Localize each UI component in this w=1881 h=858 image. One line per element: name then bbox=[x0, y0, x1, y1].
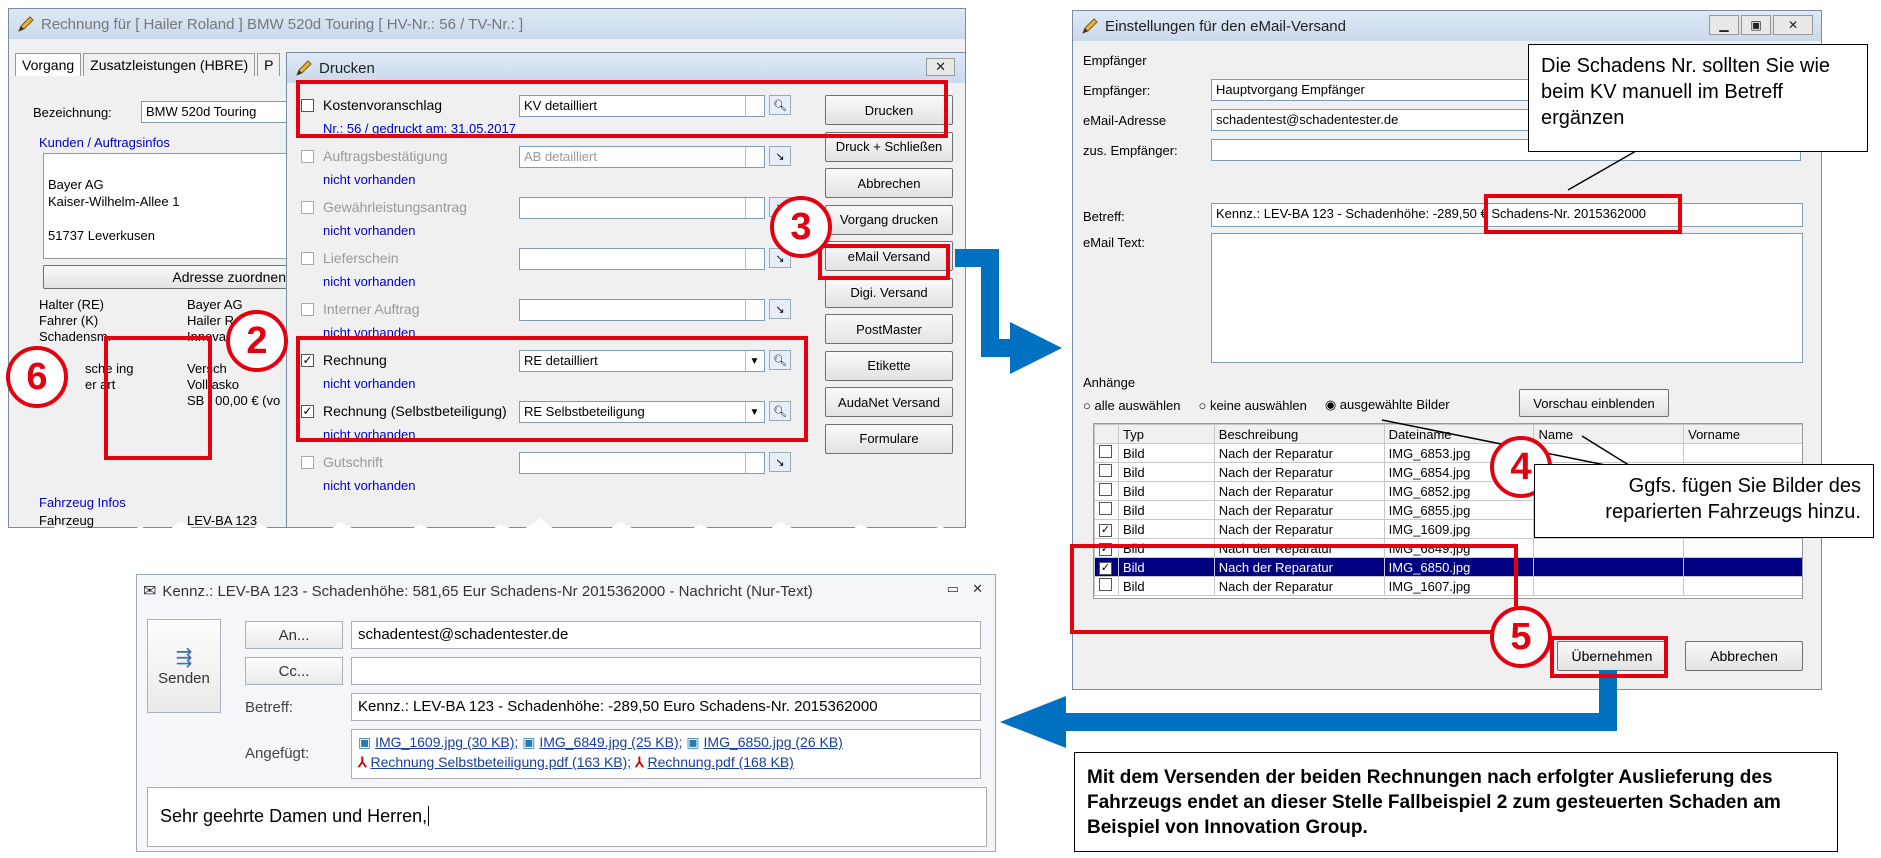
callout-bilder: Ggfs. fügen Sie Bilder des reparierten F… bbox=[1534, 464, 1874, 538]
highlight-selected-images bbox=[1070, 544, 1518, 634]
callout-final: Mit dem Versenden der beiden Rechnungen … bbox=[1074, 752, 1838, 852]
step-6-circle: 6 bbox=[6, 346, 68, 408]
callout-bilder-text: Ggfs. fügen Sie Bilder des reparierten F… bbox=[1605, 475, 1861, 523]
step-3-circle: 3 bbox=[770, 196, 832, 258]
callout-final-text: Mit dem Versenden der beiden Rechnungen … bbox=[1087, 767, 1781, 838]
callout-schadens-nr: Die Schadens Nr. sollten Sie wie beim KV… bbox=[1528, 44, 1868, 152]
highlight-kostenvoranschlag bbox=[296, 80, 948, 138]
arrow-to-email-settings bbox=[955, 249, 1015, 357]
highlight-email-versand bbox=[818, 244, 950, 280]
arrow-head bbox=[1000, 696, 1066, 748]
callout-schadens-text: Die Schadens Nr. sollten Sie wie beim KV… bbox=[1541, 55, 1831, 129]
arrow-to-outlook bbox=[1062, 670, 1617, 731]
highlight-schadens-nr bbox=[1484, 194, 1682, 234]
highlight-rechnungen bbox=[296, 336, 808, 442]
step-5-circle: 5 bbox=[1490, 606, 1552, 668]
highlight-uebernehmen bbox=[1550, 636, 1668, 678]
highlight-info-area bbox=[104, 336, 212, 460]
arrow-head bbox=[1010, 322, 1062, 374]
step-2-circle: 2 bbox=[226, 310, 288, 372]
